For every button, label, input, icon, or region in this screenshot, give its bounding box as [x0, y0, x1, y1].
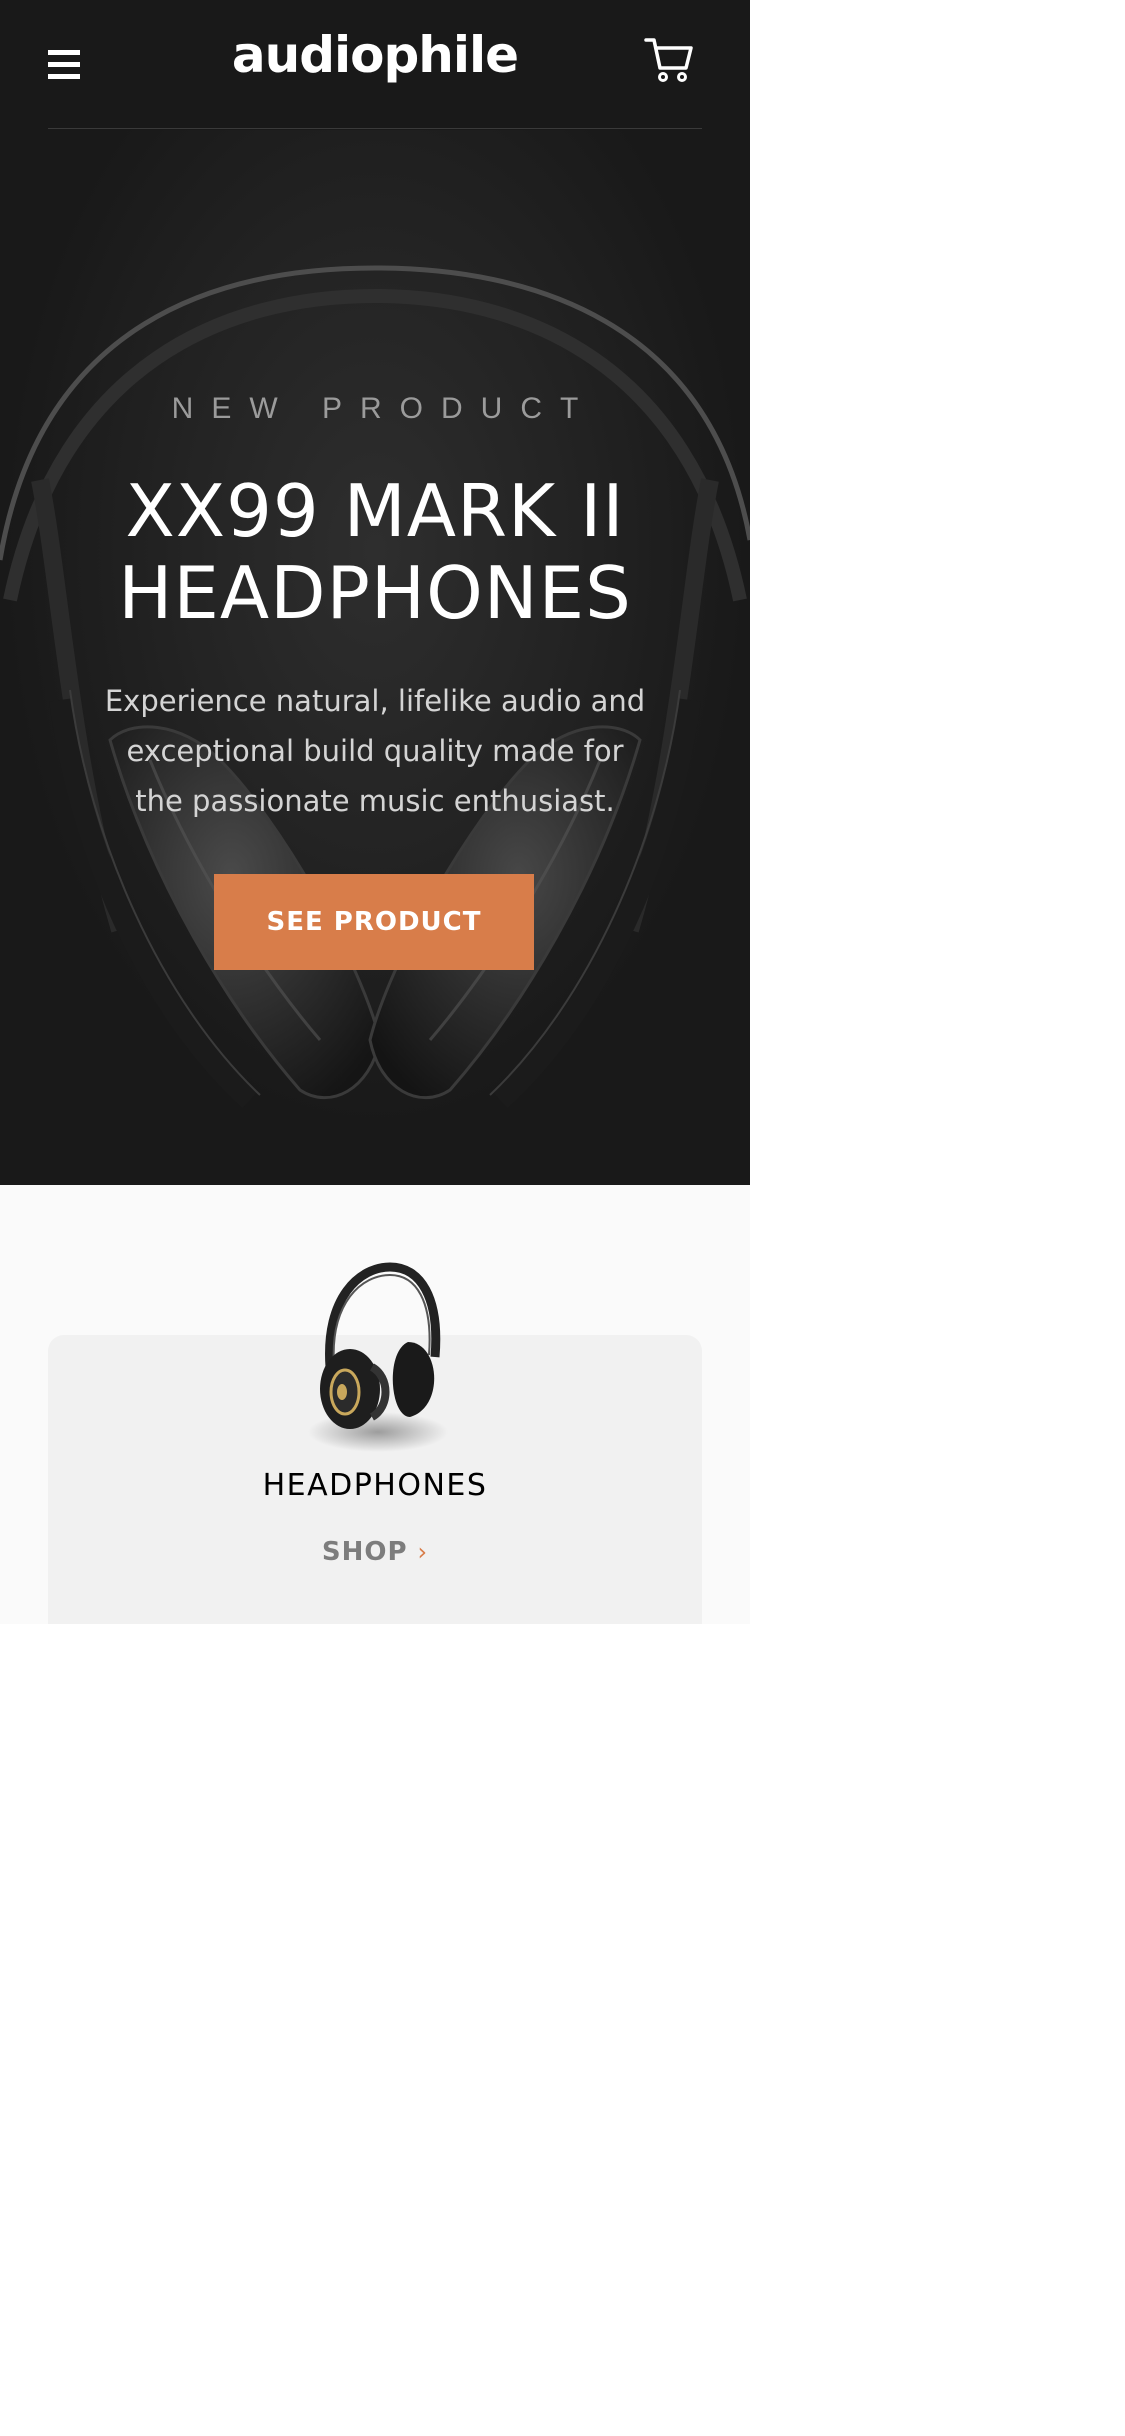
site-header: audiophile	[0, 0, 750, 130]
hero-title-line-2: HEADPHONES	[118, 551, 632, 635]
hero-overline: NEW PRODUCT	[171, 392, 597, 425]
hero-title: XX99 MARK II HEADPHONES	[40, 470, 710, 634]
shop-link-label: SHOP	[321, 1537, 408, 1567]
hero-description: Experience natural, lifelike audio and e…	[104, 684, 646, 818]
headphones-thumbnail-image	[308, 1262, 448, 1452]
hero-title-line-1: XX99 MARK II	[125, 469, 625, 553]
see-product-button[interactable]: SEE PRODUCT	[214, 874, 534, 970]
chevron-right-icon: ›	[417, 1538, 429, 1566]
category-section: HEADPHONES SHOP ›	[0, 1185, 750, 1624]
category-title: HEADPHONES	[262, 1468, 488, 1503]
page-viewport: audiophile NEW PRODUCT XX99 MARK II HEAD…	[0, 0, 750, 1624]
header-divider	[48, 128, 702, 129]
site-logo[interactable]: audiophile	[0, 26, 750, 84]
shopping-cart-icon[interactable]	[644, 36, 694, 84]
hero-section: audiophile NEW PRODUCT XX99 MARK II HEAD…	[0, 0, 750, 1185]
shop-link[interactable]: SHOP ›	[0, 1537, 750, 1567]
